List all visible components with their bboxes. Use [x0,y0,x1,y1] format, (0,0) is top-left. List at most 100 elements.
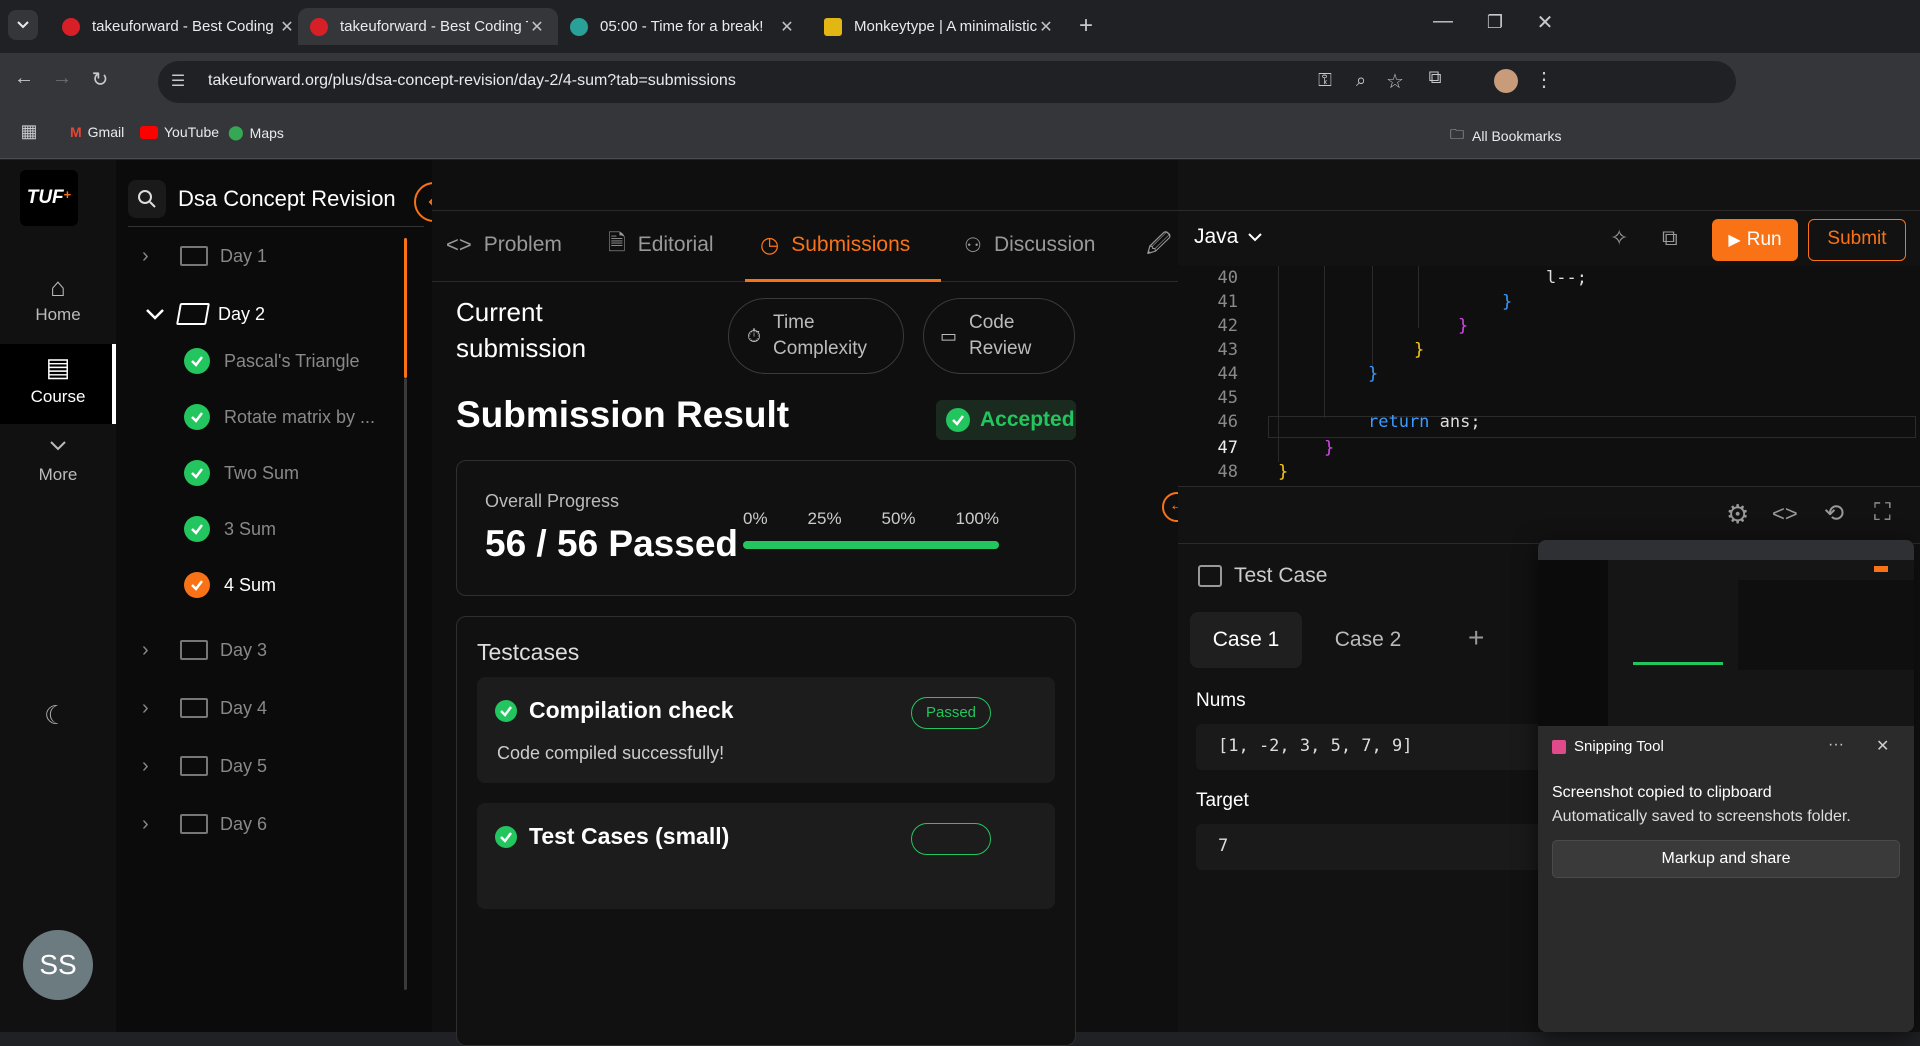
progress-scale: 0% 25% 50% 100% [743,509,999,529]
line-number: 43 [1217,340,1238,360]
day-item[interactable]: › Day 6 [142,796,267,852]
line-number: 45 [1217,388,1238,408]
bookmark-label: Gmail [87,124,125,140]
bookmark-youtube[interactable]: YouTube [140,124,219,140]
course-book-icon: ▤ [45,352,71,382]
tab-search-button[interactable] [8,10,38,40]
menu-kebab-icon[interactable]: ⋮ [1534,67,1554,92]
course-search-button[interactable] [128,180,166,218]
tab-problem[interactable]: <> Problem [446,227,562,263]
time-complexity-button[interactable]: ⏱ Time Complexity [728,298,904,374]
more-options-icon[interactable]: ··· [1828,736,1844,754]
bookmark-gmail[interactable]: M Gmail [70,124,124,140]
day-label: Day 4 [220,697,268,718]
magic-wand-icon[interactable]: ✧ [1610,225,1628,251]
scale-label: 50% [881,509,916,528]
time-line-2: Complexity [773,338,868,359]
target-label: Target [1196,790,1249,811]
browser-tab[interactable]: 05:00 - Time for a break! ✕ [558,8,808,45]
target-input[interactable]: 7 [1196,824,1576,870]
check-circle-icon [184,460,210,486]
bookmark-maps[interactable]: ⬤ Maps [228,124,284,141]
day-item[interactable]: › Day 5 [142,738,267,794]
reload-icon[interactable]: ↻ [88,67,112,92]
back-arrow-icon[interactable]: ← [12,67,36,90]
tabs-bar: <> Problem 🗎 Editorial ◷ Submissions ⚇ D… [432,210,1178,282]
scale-label: 100% [955,509,999,528]
close-icon[interactable]: ✕ [528,17,546,37]
tab-editorial[interactable]: 🗎 Editorial [608,227,714,263]
problem-item-active[interactable]: 4 Sum [184,560,276,610]
browser-tab[interactable]: takeuforward - Best Coding Tutori ✕ [50,8,308,45]
code-editor[interactable]: 40 l--; 41 } 42 } 43 } 44 } 45 46 return… [1178,266,1920,486]
code-brackets-icon[interactable]: <> [1772,501,1798,527]
case-tab-active[interactable]: Case 1 [1190,612,1302,668]
nav-course[interactable]: ▤ Course [0,344,116,424]
avatar[interactable]: SS [23,930,93,1000]
tuf-logo[interactable]: TUF + [20,170,78,226]
forward-arrow-icon[interactable]: → [50,67,74,90]
close-icon[interactable]: ✕ [278,17,296,37]
nav-more[interactable]: More [0,432,116,502]
code-review-button[interactable]: ▭ Code Review [923,298,1075,374]
markup-and-share-button[interactable]: Markup and share [1552,840,1900,878]
tab-title: 05:00 - Time for a break! [600,18,764,35]
course-title: Dsa Concept Revision [178,186,396,211]
problem-item[interactable]: Two Sum [184,448,299,498]
close-window-icon[interactable]: ✕ [1530,10,1560,35]
nav-home-label: Home [35,305,81,324]
notes-icon[interactable]: 🖉 [1146,227,1172,268]
dark-mode-moon-icon[interactable]: ☾ [44,700,67,731]
zoom-icon[interactable]: ⌕ [1348,70,1374,91]
reset-icon[interactable]: ⟲ [1824,499,1844,528]
profile-avatar[interactable] [1494,69,1518,93]
apps-grid-icon[interactable]: ▦ [18,121,40,142]
review-line-2: Review [969,338,1032,359]
browser-tab-bar: takeuforward - Best Coding Tutori ✕ take… [0,0,1920,53]
close-icon[interactable]: ✕ [1037,17,1055,37]
day-item[interactable]: › Day 4 [142,680,267,736]
add-case-plus-icon[interactable]: + [1468,622,1484,654]
nums-input[interactable]: [1, -2, 3, 5, 7, 9] [1196,724,1576,770]
language-select[interactable]: Java [1194,225,1266,249]
browser-tab-active[interactable]: takeuforward - Best Coding Tutori ✕ [298,8,558,45]
restore-icon[interactable]: ❐ [1480,12,1510,33]
copy-icon[interactable]: ⧉ [1662,225,1678,251]
tab-discussion[interactable]: ⚇ Discussion [964,227,1095,263]
play-icon: ▶ [1728,232,1741,249]
minimize-icon[interactable]: — [1428,10,1458,33]
day-item[interactable]: › Day 3 [142,622,267,678]
star-icon[interactable]: ☆ [1382,69,1408,94]
editor-bottom-toolbar: ⚙ <> ⟲ ⛶ [1178,486,1920,544]
testcase-item[interactable]: Compilation check Passed Code compiled s… [477,677,1055,783]
day-item-open[interactable]: Day 2 [142,286,265,342]
all-bookmarks[interactable]: 🗀 All Bookmarks [1450,124,1561,148]
status-text: Accepted [980,408,1075,431]
screenshot-thumbnail[interactable] [1538,540,1914,726]
course-scrollbar[interactable] [404,238,407,378]
testcase-item[interactable]: Test Cases (small) [477,803,1055,909]
fullscreen-icon[interactable]: ⛶ [1874,499,1891,527]
snipping-tool-toast[interactable]: Snipping Tool ··· ✕ Screenshot copied to… [1538,540,1914,1032]
close-icon[interactable]: ✕ [778,17,796,37]
extensions-icon[interactable]: ⧉ [1422,67,1448,88]
problem-item[interactable]: 3 Sum [184,504,276,554]
passed-badge: Passed [911,697,991,729]
problem-item[interactable]: Rotate matrix by ... [184,392,375,442]
site-settings-icon[interactable]: ☰ [166,71,190,91]
browser-tab[interactable]: Monkeytype | A minimalistic, custo ✕ [812,8,1067,45]
submit-button[interactable]: Submit [1808,219,1906,261]
day-item[interactable]: › Day 1 [142,228,267,284]
new-tab-plus-icon[interactable]: + [1072,12,1100,40]
course-title-underline [128,226,424,227]
problem-label: Rotate matrix by ... [224,406,376,427]
run-button[interactable]: ▶ Run [1712,219,1798,261]
url-text[interactable]: takeuforward.org/plus/dsa-concept-revisi… [208,72,736,90]
gear-icon[interactable]: ⚙ [1726,499,1749,530]
close-icon[interactable]: ✕ [1876,736,1889,756]
nav-home[interactable]: ⌂ Home [0,272,116,332]
key-icon[interactable]: ⚿ [1312,70,1338,91]
problem-item[interactable]: Pascal's Triangle [184,336,360,386]
case-tab[interactable]: Case 2 [1312,612,1424,668]
tab-submissions[interactable]: ◷ Submissions [760,227,910,263]
